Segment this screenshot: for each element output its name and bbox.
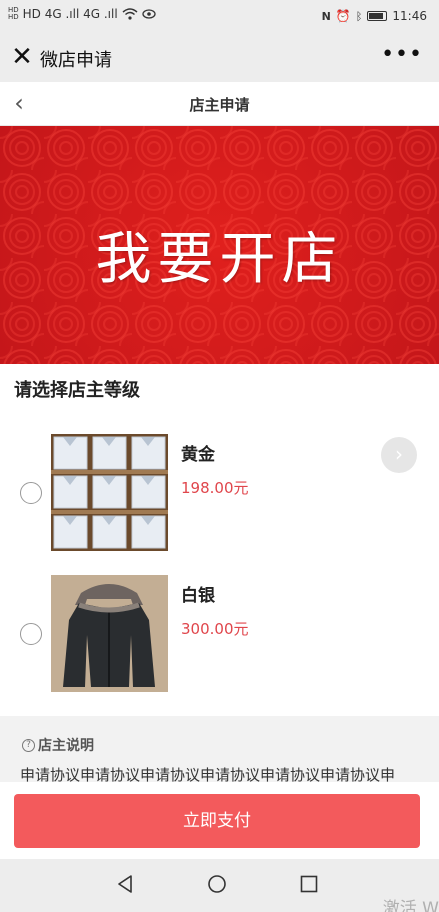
close-icon[interactable]: ✕: [8, 44, 36, 72]
system-nav-bar: [0, 859, 439, 912]
wechat-title: 微店申请: [40, 50, 112, 71]
banner: 我要开店: [0, 126, 439, 364]
tier-price: 198.00元: [181, 479, 249, 497]
activation-watermark: 激活 W: [382, 899, 439, 912]
tier-price: 300.00元: [181, 620, 249, 638]
chevron-right-icon[interactable]: ›: [381, 437, 417, 473]
tier-radio[interactable]: [20, 623, 42, 645]
eye-icon: [142, 9, 156, 19]
notes-title: 店主说明: [38, 738, 94, 754]
question-icon: ?: [22, 738, 35, 752]
alarm-icon: ⏰: [335, 9, 351, 23]
tier-option-silver[interactable]: 白银 300.00元: [0, 575, 439, 695]
tier-section: 请选择店主等级 黄金 198.00元 › 白银 300.00元: [0, 364, 439, 716]
wifi-icon: [122, 8, 138, 20]
page-nav-bar: ‹ 店主申请: [0, 82, 439, 126]
tier-option-gold[interactable]: 黄金 198.00元: [0, 434, 439, 554]
signal-indicators: HD HD HD 4G .ıll 4G .ıll: [8, 7, 156, 21]
tier-name: 黄金: [181, 445, 215, 465]
section-title: 请选择店主等级: [14, 380, 140, 401]
system-indicators: N ⏰ ᛒ 11:46: [322, 9, 427, 23]
more-options-icon[interactable]: •••: [381, 42, 423, 67]
jacket-image: [51, 575, 168, 692]
nfc-icon: N: [321, 9, 331, 23]
notes-body: 申请协议申请协议申请协议申请协议申请协议申请协议申: [20, 766, 396, 782]
tier-name: 白银: [181, 586, 215, 606]
clock: 11:46: [392, 9, 427, 23]
signal-text: HD 4G .ıll 4G .ıll: [22, 7, 118, 21]
home-icon[interactable]: [205, 872, 229, 896]
shirts-image: [51, 434, 168, 551]
status-bar: HD HD HD 4G .ıll 4G .ıll N ⏰ ᛒ 11:46: [0, 0, 439, 34]
notes-header: ? 店主说明: [22, 735, 94, 755]
battery-icon: [367, 11, 388, 21]
tier-radio[interactable]: [20, 482, 42, 504]
recents-icon[interactable]: [297, 872, 321, 896]
pay-area: 立即支付: [0, 782, 439, 859]
pay-now-button[interactable]: 立即支付: [14, 794, 420, 848]
owner-notes: ? 店主说明 申请协议申请协议申请协议申请协议申请协议申请协议申: [0, 716, 439, 782]
wechat-title-bar: ✕ 微店申请 •••: [0, 34, 439, 82]
back-icon[interactable]: [113, 872, 137, 896]
banner-title: 我要开店: [95, 227, 344, 292]
hd-icon: HD HD: [8, 6, 19, 21]
page-title: 店主申请: [189, 96, 250, 114]
bluetooth-icon: ᛒ: [355, 9, 363, 23]
